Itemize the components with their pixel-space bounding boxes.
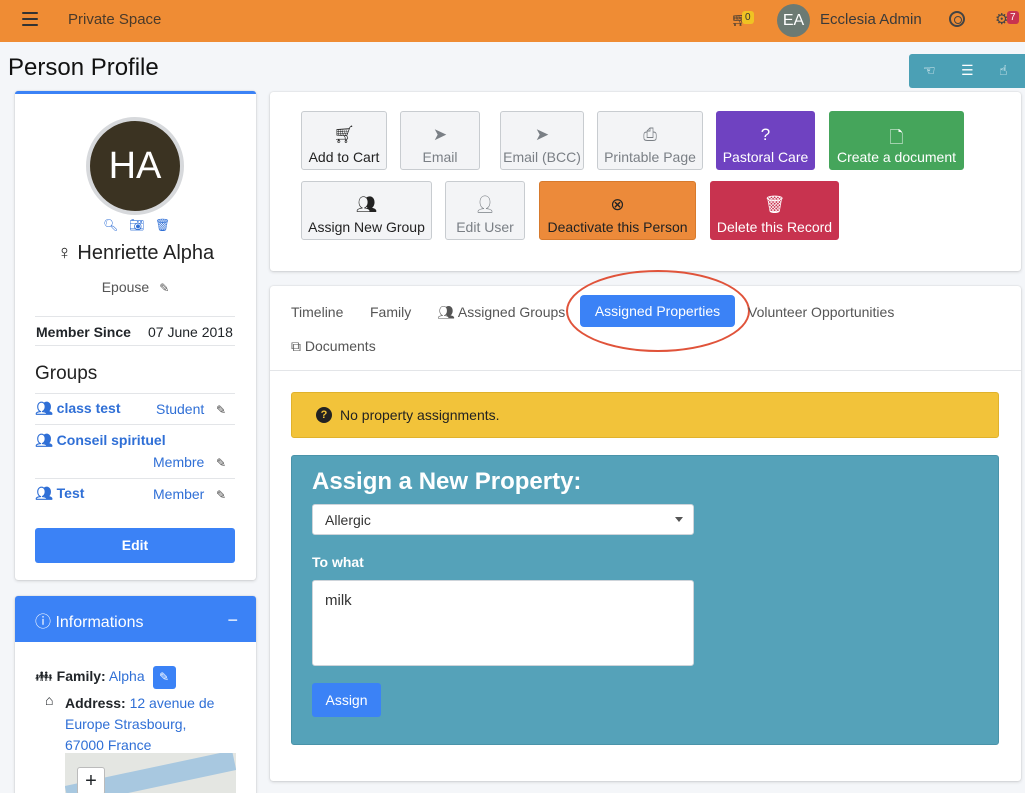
printable-page-button[interactable]: ⎙ Printable Page [597, 111, 703, 170]
paper-plane-icon: ➤ [432, 125, 448, 144]
informations-card: ⓘ Informations − 👪︎ Family: Alpha ✎ ⌂ Ad… [15, 596, 256, 793]
tab-timeline[interactable]: Timeline [291, 304, 343, 320]
times-circle-icon: ⊗ [610, 195, 625, 214]
tab-family[interactable]: Family [370, 304, 411, 320]
create-document-button[interactable]: 🗋 Create a document [829, 111, 964, 170]
to-what-label: To what [312, 554, 364, 570]
group-role[interactable]: Student [156, 401, 204, 417]
property-select[interactable]: Allergic [312, 504, 694, 535]
printer-icon: ⎙ [643, 125, 657, 144]
address-link[interactable]: 67000 France [65, 737, 151, 753]
address-link[interactable]: 12 avenue de [130, 695, 215, 711]
group-link[interactable]: 👥︎ Test [35, 485, 84, 502]
users-icon: 👥︎ [437, 304, 458, 320]
assign-property-box: Assign a New Property: Allergic To what … [291, 455, 999, 745]
tabs-divider [270, 370, 1021, 371]
assign-new-group-button[interactable]: 👥︎ Assign New Group [301, 181, 432, 240]
family-icon: 👪︎ [35, 668, 57, 685]
question-circle-icon: ? [760, 125, 771, 144]
divider [35, 316, 235, 317]
trash-icon[interactable]: 🗑︎ [155, 218, 170, 232]
hand-point-left-icon[interactable]: ☜ [923, 62, 936, 79]
help-lifebuoy-icon[interactable] [949, 11, 965, 27]
copy-icon: ⧉ [291, 338, 305, 354]
zoom-icon[interactable]: 🔍︎ [103, 218, 118, 232]
camera-icon[interactable]: 📷︎ [129, 218, 144, 232]
file-icon: 🗋 [889, 128, 904, 147]
menu-toggle-icon[interactable] [22, 12, 38, 26]
divider [35, 478, 235, 479]
family-row: 👪︎ Family: Alpha ✎ [35, 666, 176, 689]
tab-volunteer-opportunities[interactable]: Volunteer Opportunities [748, 304, 894, 320]
divider [35, 424, 235, 425]
no-properties-alert: ? No property assignments. [291, 392, 999, 438]
informations-header[interactable]: ⓘ Informations − [15, 596, 256, 642]
user-avatar[interactable]: EA [777, 4, 810, 37]
add-to-cart-button[interactable]: 🛒︎ Add to Cart [301, 111, 387, 170]
page-title: Person Profile [8, 54, 159, 81]
paper-plane-filled-icon: ➤ [534, 125, 550, 144]
address-link[interactable]: Europe Strasbourg, [65, 716, 186, 732]
home-icon: ⌂ [45, 692, 54, 708]
address-row: Address: 12 avenue de Europe Strasbourg,… [65, 695, 215, 753]
edit-group-icon[interactable]: ✎ [216, 488, 226, 502]
edit-family-button[interactable]: ✎ [152, 666, 176, 689]
edit-role-icon[interactable]: ✎ [159, 281, 169, 295]
pastoral-care-button[interactable]: ? Pastoral Care [716, 111, 815, 170]
user-name[interactable]: Ecclesia Admin [820, 11, 922, 28]
edit-user-button[interactable]: 👤︎ Edit User [445, 181, 525, 240]
cart-plus-icon: 🛒︎ [333, 125, 355, 144]
divider [35, 345, 235, 346]
page-tools: ☜ ☰ ☝ [909, 54, 1025, 88]
hand-point-up-icon[interactable]: ☝ [999, 62, 1008, 79]
tab-assigned-properties[interactable]: Assigned Properties [580, 295, 735, 327]
to-what-textarea[interactable]: milk [312, 580, 694, 666]
avatar-tools: 🔍︎ 📷︎ 🗑︎ [103, 218, 173, 232]
profile-avatar: HA [86, 117, 184, 215]
profile-card: HA 🔍︎ 📷︎ 🗑︎ ♀ Henriette Alpha Epouse ✎ Me… [15, 91, 256, 580]
question-circle-icon: ? [316, 407, 332, 423]
list-icon[interactable]: ☰ [961, 62, 974, 79]
member-since-label: Member Since [36, 324, 131, 340]
address-map[interactable]: + [65, 753, 236, 793]
map-zoom-in-button[interactable]: + [77, 767, 105, 793]
group-link[interactable]: 👥︎ class test [35, 400, 121, 417]
notifications-badge: 7 [1007, 11, 1019, 24]
users-icon: 👥︎ [355, 195, 378, 214]
tab-assigned-groups[interactable]: 👥︎ Assigned Groups [437, 304, 565, 321]
email-button[interactable]: ➤ Email [400, 111, 480, 170]
member-since-value: 07 June 2018 [148, 324, 233, 340]
group-role[interactable]: Membre [153, 454, 204, 470]
groups-heading: Groups [35, 363, 98, 384]
divider [35, 393, 235, 394]
tab-documents[interactable]: ⧉ Documents [291, 338, 376, 355]
person-name: ♀ Henriette Alpha [56, 242, 215, 264]
delete-record-button[interactable]: 🗑︎ Delete this Record [710, 181, 839, 240]
person-role: Epouse ✎ [101, 279, 170, 295]
users-icon: 👥︎ [35, 432, 57, 448]
female-icon: ♀ [56, 242, 78, 264]
collapse-icon[interactable]: − [227, 610, 238, 631]
deactivate-person-button[interactable]: ⊗ Deactivate this Person [539, 181, 696, 240]
assign-property-title: Assign a New Property: [312, 468, 582, 495]
trash-icon: 🗑︎ [763, 195, 786, 214]
assign-button[interactable]: Assign [312, 683, 381, 717]
edit-group-icon[interactable]: ✎ [216, 403, 226, 417]
caret-down-icon [675, 517, 683, 522]
properties-card: Timeline Family 👥︎ Assigned Groups Assig… [270, 270, 1021, 781]
info-circle-icon: ⓘ [35, 614, 56, 631]
user-secret-icon: 👤︎ [474, 195, 496, 214]
actions-card: 🛒︎ Add to Cart ➤ Email ➤ Email (BCC) ⎙ Print… [270, 92, 1021, 271]
edit-group-icon[interactable]: ✎ [216, 456, 226, 470]
email-bcc-button[interactable]: ➤ Email (BCC) [500, 111, 584, 170]
top-navbar: Private Space 🛒︎ 0 EA Ecclesia Admin ⚙ 7 [0, 0, 1025, 42]
navbar-title[interactable]: Private Space [68, 11, 161, 28]
group-role[interactable]: Member [153, 486, 204, 502]
edit-profile-button[interactable]: Edit [35, 528, 235, 563]
group-link[interactable]: 👥︎ Conseil spirituel [35, 432, 166, 449]
users-icon: 👥︎ [35, 400, 57, 416]
cart-count-badge: 0 [742, 11, 754, 24]
family-link[interactable]: Alpha [109, 668, 145, 684]
users-icon: 👥︎ [35, 485, 57, 501]
